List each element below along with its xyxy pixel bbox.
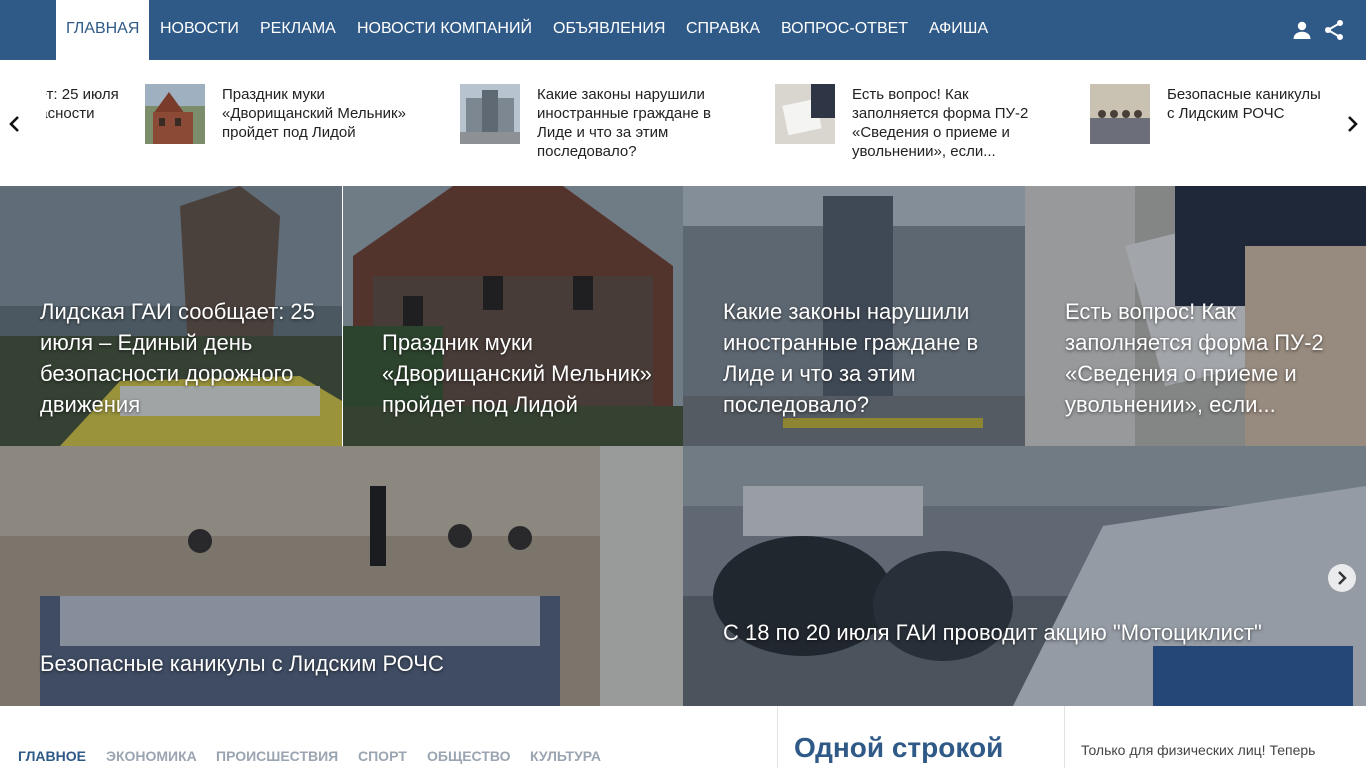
content-section: Главное Экономика Происшествия Спорт Общ…: [0, 706, 1366, 768]
nav-item-main[interactable]: Главная: [56, 0, 149, 60]
chevron-left-icon[interactable]: [3, 112, 27, 136]
user-icon[interactable]: [1290, 18, 1314, 42]
hero-card[interactable]: Есть вопрос! Как заполняется форма ПУ-2 …: [1025, 186, 1366, 446]
hero-card[interactable]: Лидская ГАИ сообщает: 25 июля – Единый д…: [0, 186, 342, 446]
tab-incidents[interactable]: Происшествия: [216, 748, 338, 764]
nav-item-ads[interactable]: Реклама: [260, 0, 336, 60]
ticker-item[interactable]: Безопасные каникулы с Лидским РОЧС: [1090, 84, 1320, 164]
ticker-item-text: Лидская ГАИ сообщает: 25 июля – Единый д…: [39, 86, 119, 122]
hero-card-title: Какие законы нарушили иностранные гражда…: [723, 299, 979, 417]
hero-card-title: Безопасные каникулы с Лидским РОЧС: [40, 651, 444, 676]
ticker-item-text: Праздник муки «Дворищанский Мельник» про…: [222, 86, 406, 141]
hero-card[interactable]: Безопасные каникулы с Лидским РОЧС: [0, 446, 683, 706]
hero-card-title: Есть вопрос! Как заполняется форма ПУ-2 …: [1065, 299, 1324, 417]
ticker-thumbnail: [775, 84, 835, 144]
chevron-right-icon[interactable]: [1340, 112, 1364, 136]
nav-item-news[interactable]: Новости: [160, 0, 239, 60]
column-divider: [1064, 706, 1065, 768]
news-ticker: Лидская ГАИ сообщает: 25 июля – Единый д…: [0, 60, 1366, 186]
hero-overlay: [683, 446, 1366, 706]
hero-card[interactable]: Праздник муки «Дворищанский Мельник» про…: [343, 186, 683, 446]
ticker-item[interactable]: Есть вопрос! Как заполняется форма ПУ-2 …: [775, 84, 1065, 164]
ticker-item-text: Есть вопрос! Как заполняется форма ПУ-2 …: [852, 86, 1029, 160]
nav-item-classifieds[interactable]: Объявления: [553, 0, 665, 60]
nav-item-company-news[interactable]: Новости компаний: [357, 0, 532, 60]
tab-sport[interactable]: Спорт: [358, 748, 407, 764]
tab-society[interactable]: Общество: [427, 748, 511, 764]
hero-card-title: Праздник муки «Дворищанский Мельник» про…: [382, 330, 652, 417]
nav-item-events[interactable]: Афиша: [929, 0, 988, 60]
ticker-item-text: Безопасные каникулы с Лидским РОЧС: [1167, 86, 1320, 122]
ticker-thumbnail: [145, 84, 205, 144]
ticker-item[interactable]: Праздник муки «Дворищанский Мельник» про…: [145, 84, 435, 164]
tab-main[interactable]: Главное: [18, 748, 86, 764]
ticker-item-text: Какие законы нарушили иностранные гражда…: [537, 86, 711, 160]
hero-card-title: С 18 по 20 июля ГАИ проводит акцию "Мото…: [723, 620, 1262, 645]
column-divider: [777, 706, 778, 768]
share-icon[interactable]: [1322, 18, 1346, 42]
chevron-right-icon[interactable]: [1328, 564, 1356, 592]
tab-economy[interactable]: Экономика: [106, 748, 197, 764]
side-news-item[interactable]: Только для физических лиц! Теперь: [1081, 742, 1366, 758]
one-line-heading: Одной строкой: [794, 732, 1004, 763]
top-navigation: Главная Новости Реклама Новости компаний…: [0, 0, 1366, 60]
hero-card[interactable]: С 18 по 20 июля ГАИ проводит акцию "Мото…: [683, 446, 1366, 706]
nav-item-qa[interactable]: Вопрос-ответ: [781, 0, 908, 60]
ticker-thumbnail: [1090, 84, 1150, 144]
tab-culture[interactable]: Культура: [530, 748, 601, 764]
nav-item-reference[interactable]: Справка: [686, 0, 760, 60]
ticker-thumbnail: [460, 84, 520, 144]
hero-card[interactable]: Какие законы нарушили иностранные гражда…: [683, 186, 1025, 446]
ticker-item[interactable]: Какие законы нарушили иностранные гражда…: [460, 84, 750, 164]
hero-card-title: Лидская ГАИ сообщает: 25 июля – Единый д…: [40, 299, 315, 417]
